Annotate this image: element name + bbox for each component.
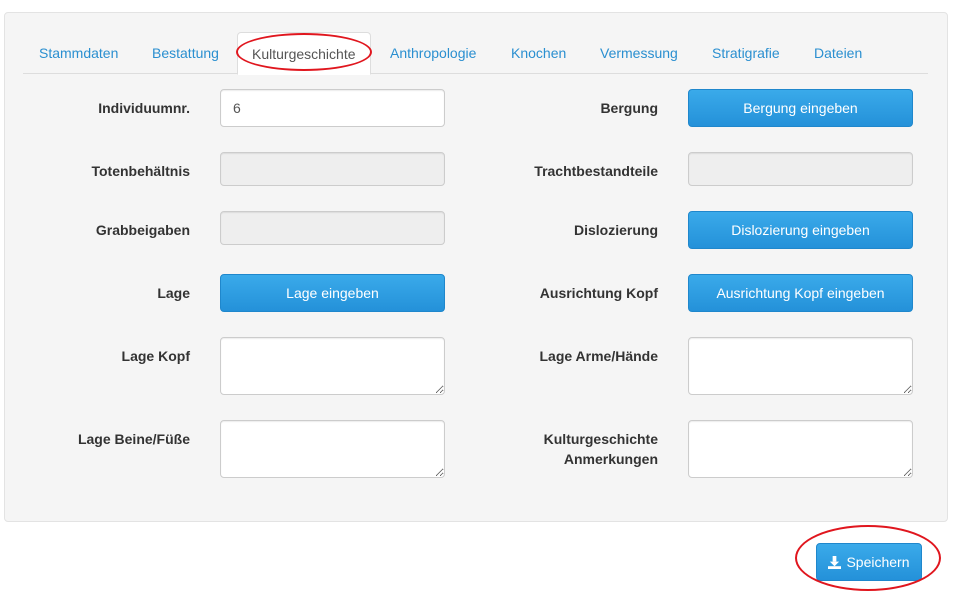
tab-bestattung[interactable]: Bestattung [152, 32, 219, 74]
download-icon [828, 555, 842, 569]
save-button-label: Speichern [846, 554, 910, 570]
grabbeigaben-field [220, 211, 445, 245]
totenbehaeltnis-label: Totenbehältnis [91, 163, 190, 179]
lage-beine-fuesse-textarea[interactable] [220, 420, 445, 478]
tab-stammdaten[interactable]: Stammdaten [39, 32, 118, 74]
trachtbestandteile-field [688, 152, 913, 186]
lage-kopf-textarea[interactable] [220, 337, 445, 395]
totenbehaeltnis-field [220, 152, 445, 186]
kulturgeschichte-anmerkungen-label: Kulturgeschichte Anmerkungen [543, 431, 658, 467]
tab-dateien[interactable]: Dateien [814, 32, 862, 74]
tab-kulturgeschichte[interactable]: Kulturgeschichte [237, 32, 371, 75]
lage-arme-haende-label: Lage Arme/Hände [539, 348, 658, 364]
lage-label: Lage [157, 285, 190, 301]
grabbeigaben-label: Grabbeigaben [95, 222, 190, 238]
lage-kopf-label: Lage Kopf [121, 348, 190, 364]
lage-beine-fuesse-label: Lage Beine/Füße [77, 431, 190, 447]
save-button[interactable]: Speichern [816, 543, 922, 581]
tab-bar: Stammdaten Bestattung Kulturgeschichte A… [23, 32, 928, 75]
bergung-label: Bergung [600, 100, 658, 116]
individuumnr-label: Individuumnr. [98, 100, 190, 116]
ausrichtung-kopf-eingeben-button[interactable]: Ausrichtung Kopf eingeben [688, 274, 913, 312]
lage-eingeben-button[interactable]: Lage eingeben [220, 274, 445, 312]
ausrichtung-kopf-label: Ausrichtung Kopf [539, 285, 658, 301]
kulturgeschichte-anmerkungen-textarea[interactable] [688, 420, 913, 478]
tab-stratigrafie[interactable]: Stratigrafie [712, 32, 780, 74]
tab-knochen[interactable]: Knochen [511, 32, 566, 74]
individuumnr-field[interactable] [220, 89, 445, 127]
dislozierung-label: Dislozierung [573, 222, 658, 238]
tab-vermessung[interactable]: Vermessung [600, 32, 678, 74]
trachtbestandteile-label: Trachtbestandteile [534, 163, 658, 179]
tab-anthropologie[interactable]: Anthropologie [390, 32, 476, 74]
lage-arme-haende-textarea[interactable] [688, 337, 913, 395]
dislozierung-eingeben-button[interactable]: Dislozierung eingeben [688, 211, 913, 249]
bergung-eingeben-button[interactable]: Bergung eingeben [688, 89, 913, 127]
